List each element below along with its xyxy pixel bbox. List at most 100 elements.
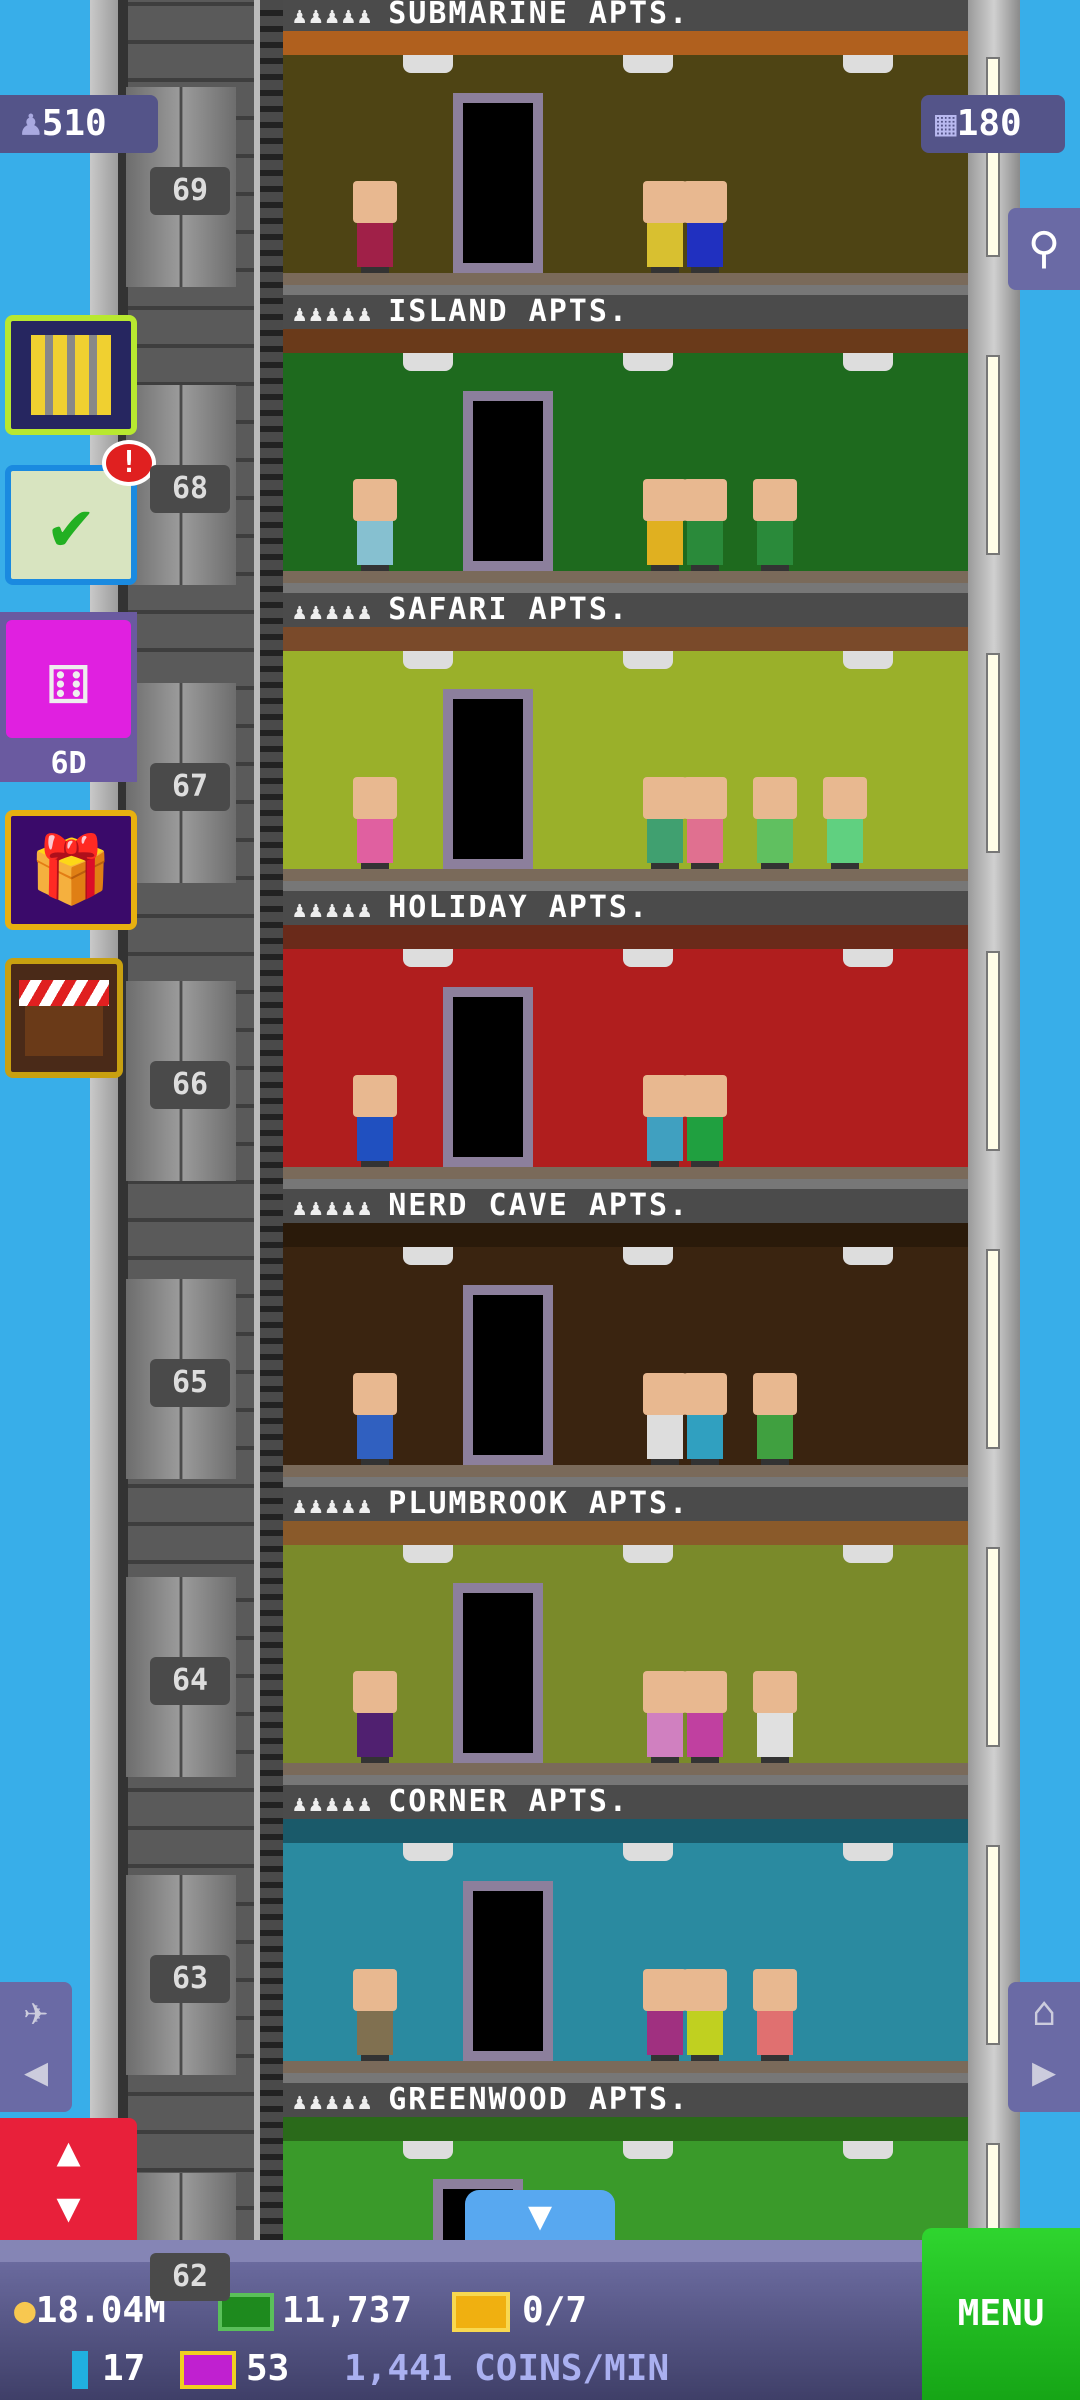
floor-number: 62 [150, 2253, 230, 2301]
bitizen[interactable] [643, 1373, 687, 1465]
floor-69[interactable]: ♟♟♟♟♟ SUBMARINE APTS. [283, 0, 968, 295]
lamp-icon [843, 1545, 893, 1563]
floor-boards [283, 1167, 968, 1179]
floor-68[interactable]: ♟♟♟♟♟ ISLAND APTS. [283, 295, 968, 593]
gift-icon: 🎁 [29, 831, 113, 908]
floors-badge[interactable]: ▦180 [921, 95, 1065, 153]
coin-icon: ● [14, 2290, 36, 2331]
awning-icon [19, 980, 109, 1006]
bitizen[interactable] [353, 181, 397, 273]
shop-button[interactable] [5, 958, 123, 1078]
gift-button[interactable]: 🎁 [5, 810, 137, 930]
elevator-toggle-button[interactable]: ▲ ▼ [0, 2118, 137, 2240]
floor-number: 68 [150, 465, 230, 513]
floor-boards [283, 273, 968, 285]
bitizen[interactable] [353, 1373, 397, 1465]
bitizen[interactable] [683, 1969, 727, 2061]
floor-label: ♟♟♟♟♟ SAFARI APTS. [283, 593, 968, 627]
elevator-down-button[interactable]: ▼ [465, 2190, 615, 2242]
bitizen[interactable] [643, 1671, 687, 1763]
bitizen[interactable] [643, 777, 687, 869]
bitizen[interactable] [353, 1969, 397, 2061]
floor-number: 64 [150, 1657, 230, 1705]
bitizen[interactable] [353, 1671, 397, 1763]
bitizen[interactable] [683, 1671, 727, 1763]
bitizen[interactable] [823, 777, 867, 869]
bitizen[interactable] [753, 777, 797, 869]
bitizen[interactable] [683, 1075, 727, 1167]
bitizen[interactable] [353, 777, 397, 869]
apartment-door[interactable] [453, 93, 543, 273]
floor-label: ♟♟♟♟♟ CORNER APTS. [283, 1785, 968, 1819]
lobby-button[interactable]: ⌂ ▶ [1008, 1982, 1080, 2112]
window-strip [986, 951, 1000, 1151]
floor-label: ♟♟♟♟♟ NERD CAVE APTS. [283, 1189, 968, 1223]
lamp-icon [403, 1545, 453, 1563]
floor-67[interactable]: ♟♟♟♟♟ SAFARI APTS. [283, 593, 968, 891]
floor-66[interactable]: ♟♟♟♟♟ HOLIDAY APTS. [283, 891, 968, 1189]
bitizen[interactable] [753, 1373, 797, 1465]
checkmark-icon: ✔ [49, 484, 93, 566]
lamp-icon [403, 353, 453, 371]
apartment-door[interactable] [463, 1285, 553, 1465]
apartment-door[interactable] [463, 391, 553, 571]
bitizen[interactable] [643, 181, 687, 273]
plane-icon: ✈ [23, 1989, 49, 2035]
arrow-down-icon: ▼ [527, 2193, 553, 2239]
tower-overview-button[interactable] [5, 315, 137, 435]
bitizen[interactable] [353, 1075, 397, 1167]
apartment-door[interactable] [443, 987, 533, 1167]
lamp-icon [403, 1843, 453, 1861]
floor-label: ♟♟♟♟♟ PLUMBROOK APTS. [283, 1487, 968, 1521]
dice-icon: ⚅ [6, 620, 131, 738]
vip-stat: 53 [180, 2348, 289, 2389]
population-badge[interactable]: ♟510 [0, 95, 158, 153]
ceiling [283, 1819, 968, 1843]
menu-button[interactable]: MENU [922, 2228, 1080, 2400]
star-rating-icon: ♟♟♟♟♟ [293, 2090, 375, 2115]
dice-button[interactable]: ⚅ 6D [0, 612, 137, 782]
lamp-icon [843, 1843, 893, 1861]
floor-label: ♟♟♟♟♟ HOLIDAY APTS. [283, 891, 968, 925]
bitizen[interactable] [753, 479, 797, 571]
bitizen[interactable] [683, 181, 727, 273]
prev-floor-button[interactable]: ✈ ◀ [0, 1982, 72, 2112]
bitizen[interactable] [353, 479, 397, 571]
floor-63[interactable]: ♟♟♟♟♟ CORNER APTS. [283, 1785, 968, 2083]
room-interior [283, 329, 968, 583]
bitizen[interactable] [683, 479, 727, 571]
bitizen[interactable] [643, 1969, 687, 2061]
lamp-icon [403, 55, 453, 73]
lamp-icon [623, 651, 673, 669]
star-rating-icon: ♟♟♟♟♟ [293, 600, 375, 625]
lamp-icon [843, 2141, 893, 2159]
ceiling [283, 627, 968, 651]
battery-icon [72, 2351, 88, 2389]
bitizen[interactable] [753, 1671, 797, 1763]
lamp-icon [403, 949, 453, 967]
floor-65[interactable]: ♟♟♟♟♟ NERD CAVE APTS. [283, 1189, 968, 1487]
lamp-icon [403, 651, 453, 669]
room-interior [283, 31, 968, 285]
star-rating-icon: ♟♟♟♟♟ [293, 302, 375, 327]
bitizen[interactable] [683, 1373, 727, 1465]
vip-ticket-icon [180, 2351, 236, 2389]
ceiling [283, 1223, 968, 1247]
floor-64[interactable]: ♟♟♟♟♟ PLUMBROOK APTS. [283, 1487, 968, 1785]
home-icon: ⌂ [1031, 1989, 1057, 2035]
floor-label: ♟♟♟♟♟ ISLAND APTS. [283, 295, 968, 329]
building-icon [31, 335, 111, 415]
bitizen[interactable] [753, 1969, 797, 2061]
lamp-icon [623, 1545, 673, 1563]
bitizen[interactable] [643, 479, 687, 571]
apartment-door[interactable] [463, 1881, 553, 2061]
bitizen[interactable] [643, 1075, 687, 1167]
bitizen[interactable] [683, 777, 727, 869]
zoom-out-button[interactable]: ⚲ [1008, 208, 1080, 290]
floor-label: ♟♟♟♟♟ GREENWOOD APTS. [283, 2083, 968, 2117]
ceiling [283, 2117, 968, 2141]
apartment-door[interactable] [443, 689, 533, 869]
apartment-door[interactable] [453, 1583, 543, 1763]
lamp-icon [623, 353, 673, 371]
lamp-icon [623, 1247, 673, 1265]
